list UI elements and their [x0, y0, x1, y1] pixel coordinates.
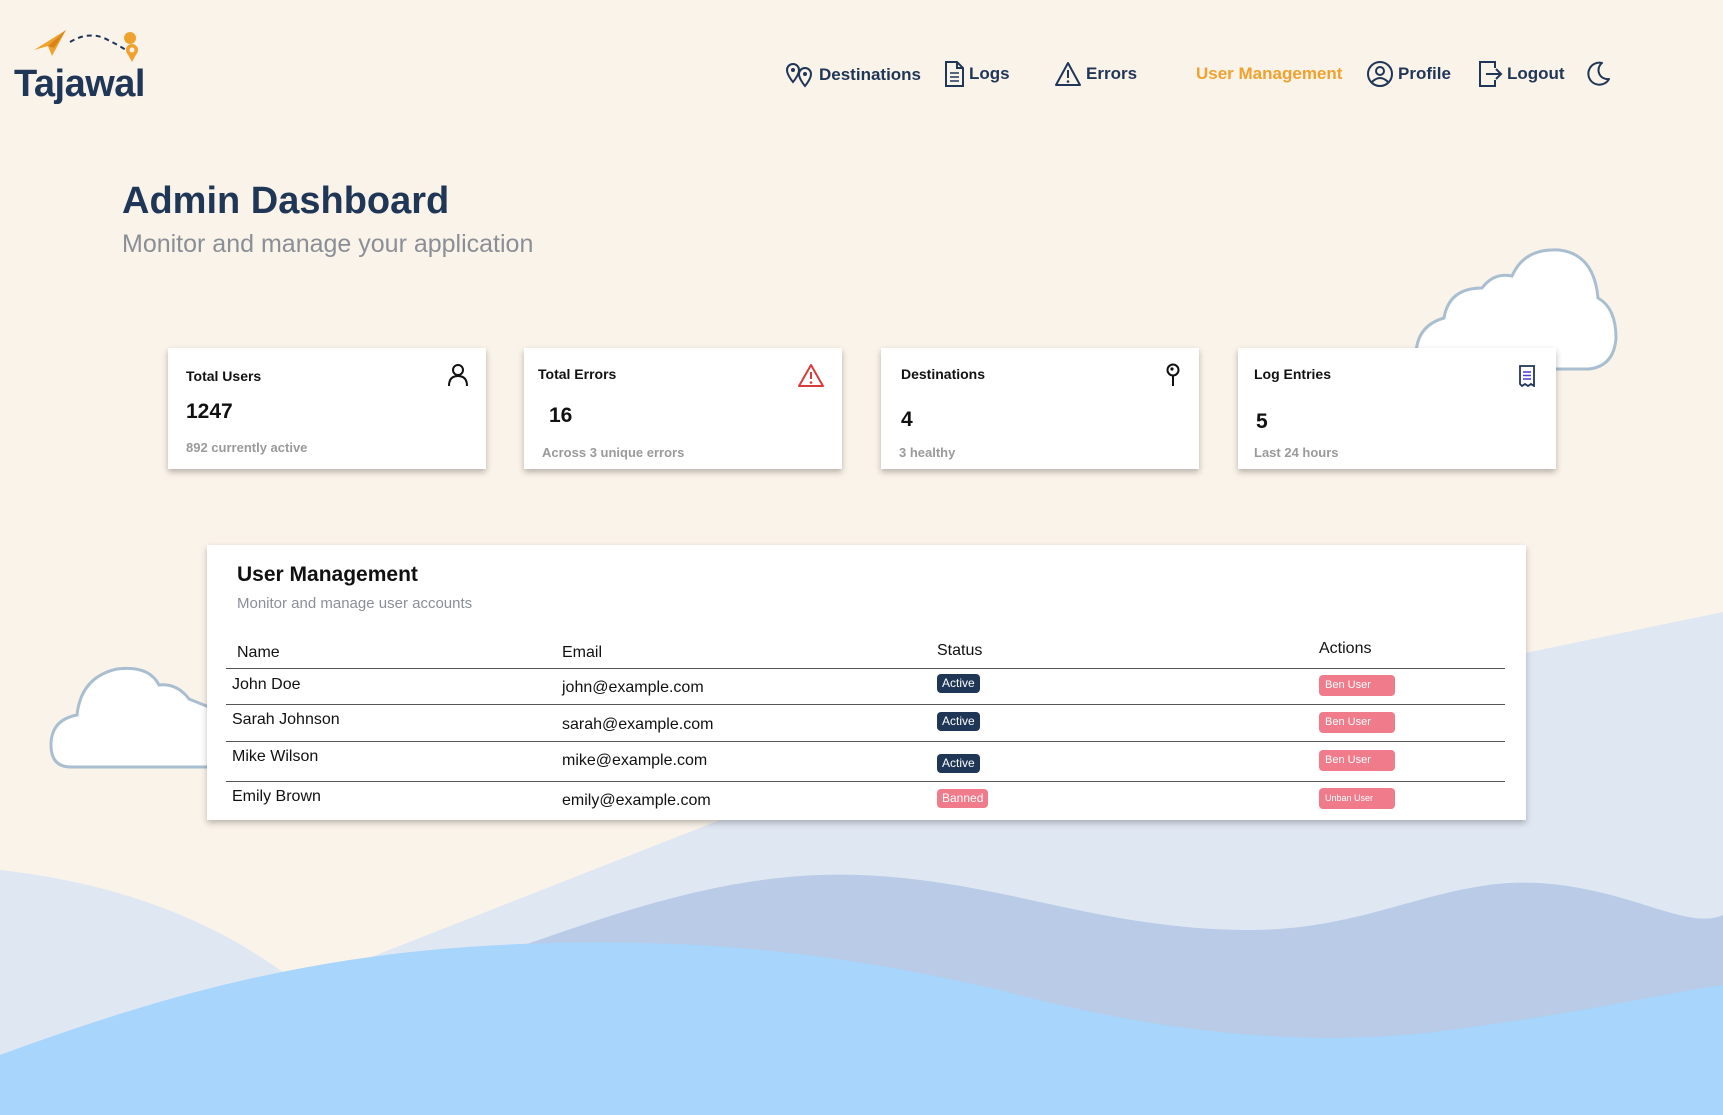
user-name: Mike Wilson — [232, 748, 319, 765]
stat-value: 5 — [1256, 410, 1268, 433]
nav-user-management-label: User Management — [1196, 64, 1343, 83]
user-email: john@example.com — [562, 679, 704, 696]
nav-profile[interactable]: Profile — [1366, 60, 1451, 88]
nav-destinations-label: Destinations — [819, 65, 922, 84]
theme-toggle-button[interactable] — [1584, 60, 1612, 88]
user-email: emily@example.com — [562, 792, 711, 809]
stat-title: Log Entries — [1254, 366, 1332, 382]
table-row: Sarah Johnson sarah@example.com Active B… — [226, 704, 1505, 740]
stat-note: Last 24 hours — [1254, 445, 1339, 460]
status-badge: Active — [937, 754, 980, 773]
map-pins-icon — [785, 62, 813, 88]
user-icon — [448, 364, 468, 387]
table-row: John Doe john@example.com Active Ben Use… — [226, 668, 1505, 704]
nav-destinations[interactable]: Destinations — [785, 62, 921, 88]
user-email: mike@example.com — [562, 752, 708, 769]
status-badge: Banned — [937, 789, 989, 808]
column-header-actions: Actions — [1319, 640, 1372, 657]
user-name: John Doe — [232, 676, 301, 693]
nav-logout[interactable]: Logout — [1477, 60, 1565, 88]
pin-icon — [1166, 363, 1180, 386]
receipt-icon — [1519, 365, 1535, 387]
nav-profile-label: Profile — [1398, 64, 1451, 83]
stat-note: 3 healthy — [899, 445, 956, 460]
stat-value: 16 — [549, 404, 573, 427]
nav-user-management[interactable]: User Management — [1196, 64, 1342, 84]
nav-logout-label: Logout — [1507, 64, 1565, 83]
stat-title: Total Errors — [538, 366, 617, 382]
warning-icon — [1055, 62, 1081, 86]
stat-card-total-errors: Total Errors 16 Across 3 unique errors — [524, 348, 842, 469]
column-header-email: Email — [562, 644, 603, 661]
ban-user-button[interactable]: Ben User — [1319, 712, 1395, 733]
stat-title: Destinations — [901, 366, 986, 382]
stat-card-log-entries: Log Entries 5 Last 24 hours — [1238, 348, 1556, 469]
user-email: sarah@example.com — [562, 716, 714, 733]
user-management-panel: User Management Monitor and manage user … — [207, 545, 1526, 820]
logout-icon — [1479, 61, 1503, 87]
stat-value: 4 — [901, 408, 913, 431]
unban-user-button[interactable]: Unban User — [1319, 788, 1395, 809]
nav-errors-label: Errors — [1086, 64, 1138, 83]
page-title: Admin Dashboard — [122, 180, 450, 222]
stat-card-total-users: Total Users 1247 892 currently active — [168, 348, 486, 469]
user-name: Emily Brown — [232, 788, 321, 805]
column-header-name: Name — [237, 644, 280, 661]
table-row: Mike Wilson mike@example.com Active Ben … — [226, 741, 1505, 777]
column-header-status: Status — [937, 642, 983, 659]
panel-subtitle: Monitor and manage user accounts — [237, 595, 473, 612]
cloud-left — [49, 666, 210, 769]
document-icon — [945, 61, 964, 87]
user-name: Sarah Johnson — [232, 711, 340, 728]
stat-note: 892 currently active — [186, 440, 308, 455]
panel-title: User Management — [237, 563, 418, 586]
nav-errors[interactable]: Errors — [1054, 61, 1137, 87]
stat-title: Total Users — [186, 368, 262, 384]
stat-value: 1247 — [186, 400, 233, 423]
status-badge: Active — [937, 712, 980, 731]
stat-note: Across 3 unique errors — [542, 445, 685, 460]
ban-user-button[interactable]: Ben User — [1319, 675, 1395, 696]
top-nav: Destinations Logs Errors User Management… — [0, 58, 1723, 92]
table-row: Emily Brown emily@example.com Banned Unb… — [226, 781, 1505, 819]
page-subtitle: Monitor and manage your application — [122, 230, 534, 258]
nav-logs-label: Logs — [969, 64, 1010, 83]
stat-card-destinations: Destinations 4 3 healthy — [881, 348, 1199, 469]
nav-logs[interactable]: Logs — [943, 60, 1010, 88]
ban-user-button[interactable]: Ben User — [1319, 750, 1395, 771]
user-circle-icon — [1367, 61, 1393, 87]
moon-icon — [1587, 61, 1610, 86]
warning-icon — [798, 364, 824, 387]
status-badge: Active — [937, 674, 980, 693]
